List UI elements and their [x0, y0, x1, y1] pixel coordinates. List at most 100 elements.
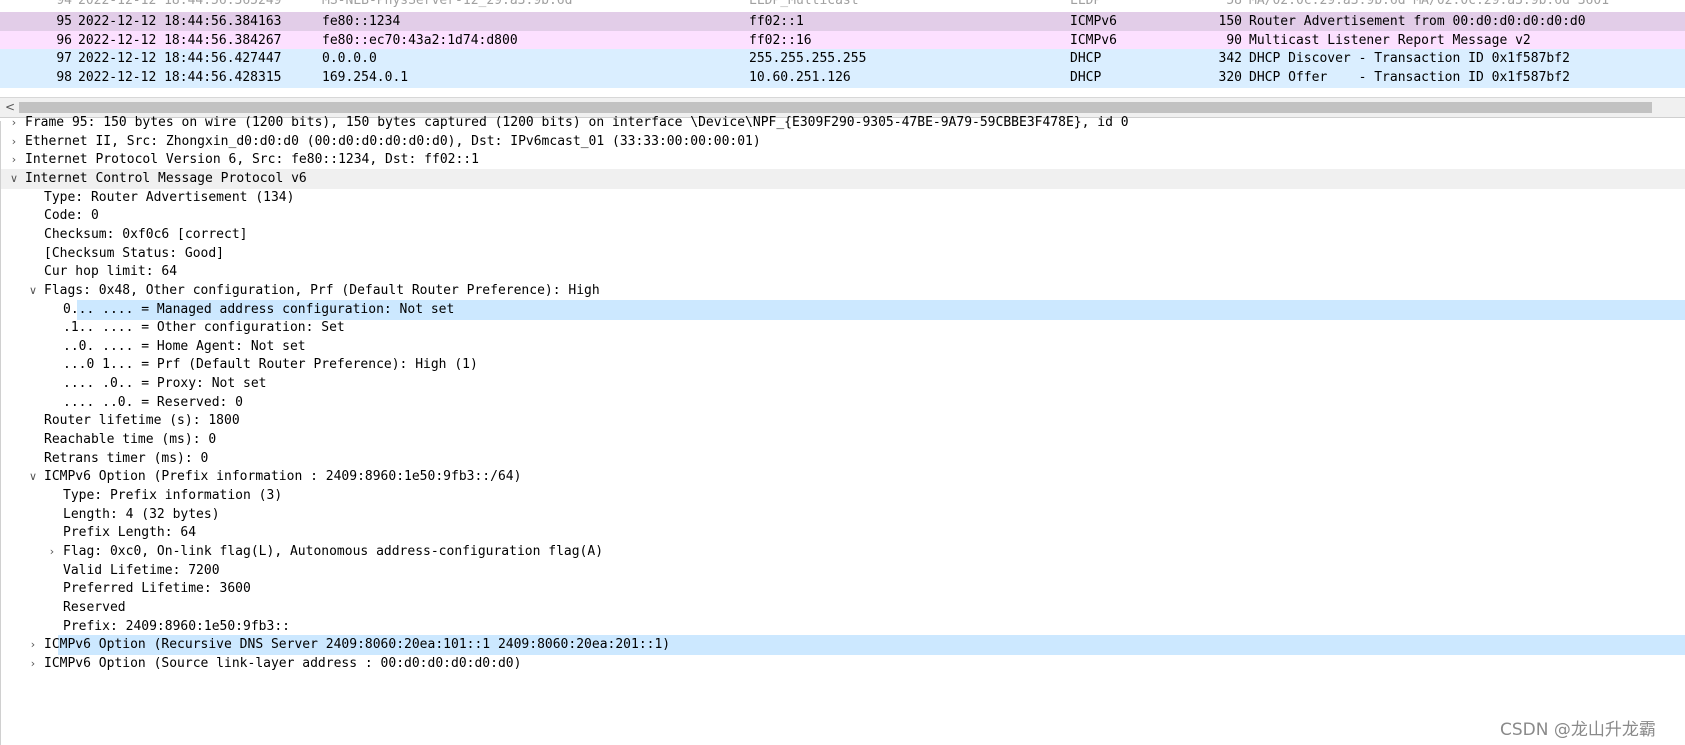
packet-info: DHCP Discover - Transaction ID 0x1f587bf… — [1249, 51, 1570, 66]
packet-destination: 255.255.255.255 — [749, 51, 867, 66]
detail-tree-item[interactable]: Reserved — [1, 598, 1685, 618]
chevron-right-icon[interactable]: › — [7, 150, 21, 170]
chevron-right-icon[interactable]: › — [7, 113, 21, 133]
detail-item-label: Internet Protocol Version 6, Src: fe80::… — [25, 152, 479, 167]
packet-time: 2022-12-12 18:44:56.384267 — [78, 33, 282, 48]
detail-item-label: .1.. .... = Other configuration: Set — [63, 320, 345, 335]
detail-item-label: Frame 95: 150 bytes on wire (1200 bits),… — [25, 115, 1129, 130]
packet-source: fe80::1234 — [322, 14, 401, 29]
packet-protocol: ICMPv6 — [1070, 14, 1117, 29]
packet-length: 58 — [1226, 0, 1242, 8]
detail-tree-item[interactable]: Type: Router Advertisement (134) — [1, 188, 1685, 208]
packet-protocol: DHCP — [1070, 70, 1102, 85]
packet-source: 169.254.0.1 — [322, 70, 409, 85]
detail-item-label: Router lifetime (s): 1800 — [44, 413, 240, 428]
detail-tree-item[interactable]: 0... .... = Managed address configuratio… — [63, 300, 1685, 320]
packet-length: 90 — [1226, 33, 1242, 48]
detail-tree-item[interactable]: ∨ ICMPv6 Option (Prefix information : 240… — [1, 467, 1685, 487]
detail-tree-item[interactable]: › Flag: 0xc0, On-link flag(L), Autonomous… — [1, 542, 1685, 562]
chevron-down-icon[interactable]: ∨ — [7, 169, 21, 189]
packet-row[interactable]: 98 2022-12-12 18:44:56.428315 169.254.0.1 1… — [0, 68, 1685, 88]
chevron-right-icon[interactable]: › — [7, 132, 21, 152]
packet-protocol: ICMPv6 — [1070, 33, 1117, 48]
packet-length: 342 — [1218, 51, 1242, 66]
packet-destination: 10.60.251.126 — [749, 70, 851, 85]
packet-number: 94 — [56, 0, 72, 8]
detail-item-label: Length: 4 (32 bytes) — [63, 507, 220, 522]
detail-item-label: Type: Prefix information (3) — [63, 488, 283, 503]
detail-tree-item[interactable]: ∨ Flags: 0x48, Other configuration, Prf (… — [1, 281, 1685, 301]
packet-destination: ff02::1 — [749, 14, 804, 29]
detail-tree-item[interactable]: Length: 4 (32 bytes) — [1, 505, 1685, 525]
detail-item-label: Preferred Lifetime: 3600 — [63, 581, 251, 596]
detail-tree-item[interactable]: Type: Prefix information (3) — [1, 486, 1685, 506]
packet-row[interactable]: 97 2022-12-12 18:44:56.427447 0.0.0.0 255.2… — [0, 49, 1685, 69]
detail-tree-item[interactable]: Checksum: 0xf0c6 [correct] — [1, 225, 1685, 245]
scrollbar-thumb[interactable] — [19, 102, 1652, 113]
packet-time: 2022-12-12 18:44:56.428315 — [78, 70, 282, 85]
detail-tree-item[interactable]: Valid Lifetime: 7200 — [1, 561, 1685, 581]
packet-number: 95 — [56, 14, 72, 29]
detail-tree-item[interactable]: ...0 1... = Prf (Default Router Preferen… — [1, 355, 1685, 375]
detail-tree-item[interactable]: › ICMPv6 Option (Source link-layer addres… — [1, 654, 1685, 674]
detail-tree-item[interactable]: Code: 0 — [1, 206, 1685, 226]
packet-details-tree: › Frame 95: 150 bytes on wire (1200 bits)… — [0, 115, 1685, 745]
detail-tree-item[interactable]: Prefix: 2409:8960:1e50:9fb3:: — [1, 617, 1685, 637]
detail-item-label: ..0. .... = Home Agent: Not set — [63, 339, 306, 354]
detail-tree-item[interactable]: .... .0.. = Proxy: Not set — [1, 374, 1685, 394]
packet-row[interactable]: 95 2022-12-12 18:44:56.384163 fe80::1234 ff… — [0, 12, 1685, 32]
detail-item-label: .... ..0. = Reserved: 0 — [63, 395, 244, 410]
packet-protocol: LLDP — [1070, 0, 1102, 8]
detail-tree-item[interactable]: [Checksum Status: Good] — [1, 244, 1685, 264]
detail-item-label: Ethernet II, Src: Zhongxin_d0:d0:d0 (00:… — [25, 134, 761, 149]
chevron-right-icon[interactable]: › — [26, 654, 40, 674]
packet-source: MS-NLB-PhysServer-12_29:a3:9b:6d — [322, 0, 573, 8]
detail-tree-item[interactable]: Preferred Lifetime: 3600 — [1, 579, 1685, 599]
detail-item-label: Reachable time (ms): 0 — [44, 432, 217, 447]
detail-tree-item[interactable]: .1.. .... = Other configuration: Set — [1, 318, 1685, 338]
detail-tree-item[interactable]: Retrans timer (ms): 0 — [1, 449, 1685, 469]
packet-number: 97 — [56, 51, 72, 66]
detail-tree-item[interactable]: ..0. .... = Home Agent: Not set — [1, 337, 1685, 357]
chevron-down-icon[interactable]: ∨ — [26, 281, 40, 301]
detail-tree-item[interactable]: Router lifetime (s): 1800 — [1, 411, 1685, 431]
chevron-right-icon[interactable]: › — [26, 635, 40, 655]
packet-source: fe80::ec70:43a2:1d74:d800 — [322, 33, 518, 48]
detail-tree-item[interactable]: Reachable time (ms): 0 — [1, 430, 1685, 450]
detail-tree-item[interactable]: Cur hop limit: 64 — [1, 262, 1685, 282]
packet-source: 0.0.0.0 — [322, 51, 377, 66]
detail-item-label: Cur hop limit: 64 — [44, 264, 178, 279]
packet-time: 2022-12-12 18:44:56.427447 — [78, 51, 282, 66]
detail-tree-item[interactable]: .... ..0. = Reserved: 0 — [1, 393, 1685, 413]
detail-item-label: Reserved — [63, 600, 126, 615]
detail-item-label: Internet Control Message Protocol v6 — [25, 171, 307, 186]
packet-time: 2022-12-12 18:44:56.384163 — [78, 14, 282, 29]
detail-tree-item[interactable]: › Ethernet II, Src: Zhongxin_d0:d0:d0 (00… — [1, 132, 1685, 152]
detail-tree-item[interactable]: Prefix Length: 64 — [1, 523, 1685, 543]
detail-item-label: ICMPv6 Option (Prefix information : 2409… — [44, 469, 522, 484]
packet-info: Multicast Listener Report Message v2 — [1249, 33, 1531, 48]
detail-tree-item[interactable]: ∨ Internet Control Message Protocol v6 — [1, 169, 1685, 189]
detail-item-label: Flags: 0x48, Other configuration, Prf (D… — [44, 283, 600, 298]
detail-tree-item[interactable]: › Frame 95: 150 bytes on wire (1200 bits)… — [1, 113, 1685, 133]
packet-list: 94 2022-12-12 18:44:56.365249 MS-NLB-PhysS… — [0, 0, 1685, 97]
packet-info: Router Advertisement from 00:d0:d0:d0:d0… — [1249, 14, 1586, 29]
detail-item-label: Flag: 0xc0, On-link flag(L), Autonomous … — [63, 544, 604, 559]
detail-item-label: [Checksum Status: Good] — [44, 246, 225, 261]
detail-item-label: Prefix: 2409:8960:1e50:9fb3:: — [63, 619, 290, 634]
packet-destination: ff02::16 — [749, 33, 812, 48]
packet-number: 98 — [56, 70, 72, 85]
detail-tree-item[interactable]: › ICMPv6 Option (Recursive DNS Server 240… — [31, 635, 1685, 655]
packet-number: 96 — [56, 33, 72, 48]
detail-item-label: ...0 1... = Prf (Default Router Preferen… — [63, 357, 478, 372]
chevron-right-icon[interactable]: › — [45, 542, 59, 562]
packet-row[interactable]: 96 2022-12-12 18:44:56.384267 fe80::ec70:4… — [0, 31, 1685, 51]
chevron-down-icon[interactable]: ∨ — [26, 467, 40, 487]
detail-item-label: 0... .... = Managed address configuratio… — [63, 302, 455, 317]
packet-length: 150 — [1218, 14, 1242, 29]
detail-item-label: ICMPv6 Option (Source link-layer address… — [44, 656, 522, 671]
detail-tree-item[interactable]: › Internet Protocol Version 6, Src: fe80:… — [1, 150, 1685, 170]
packet-row[interactable]: 94 2022-12-12 18:44:56.365249 MS-NLB-PhysS… — [0, 0, 1685, 11]
watermark: CSDN @龙山升龙霸 — [1500, 720, 1656, 740]
packet-info: MA/02:0c:29:a3:9b:6d MA/02:0c:29:a3:9b:6… — [1249, 0, 1610, 8]
